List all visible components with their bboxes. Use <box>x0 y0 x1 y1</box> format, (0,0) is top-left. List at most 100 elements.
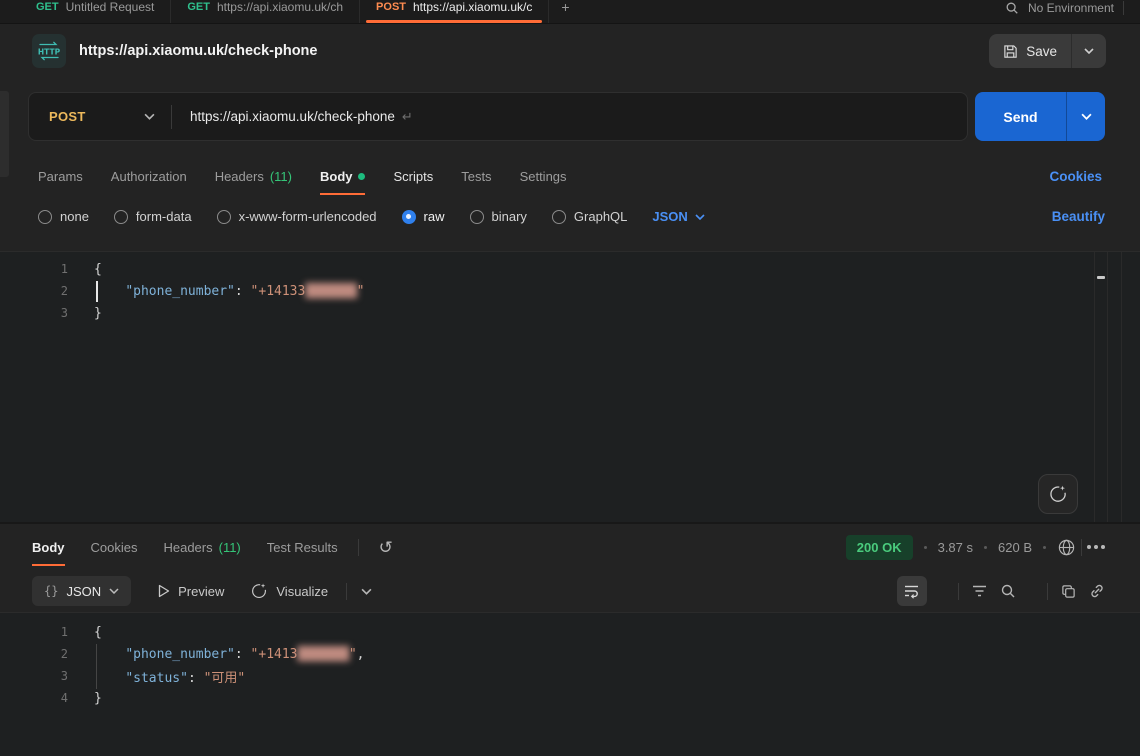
request-body-editor[interactable]: 1{2 "phone_number": "+14133███████"3} <box>0 251 1140 522</box>
pane-edge-line <box>1121 252 1122 522</box>
sidebar-collapsed-handle[interactable] <box>0 91 9 177</box>
send-label: Send <box>975 92 1066 141</box>
radio-raw-selected[interactable]: raw <box>402 209 445 224</box>
history-icon[interactable]: ↺ <box>379 539 393 556</box>
code-line: 3 "status": "可用" <box>22 665 1140 687</box>
tab-scripts[interactable]: Scripts <box>393 169 433 184</box>
wrap-lines-button[interactable] <box>897 576 927 606</box>
chevron-down-icon <box>109 588 119 594</box>
globe-icon[interactable] <box>1057 538 1076 557</box>
tab-body[interactable]: Body <box>320 169 366 184</box>
preview-button[interactable]: Preview <box>157 584 224 599</box>
editor-scrollbar[interactable] <box>1094 252 1108 522</box>
body-type-row: none form-data x-www-form-urlencoded raw… <box>0 195 1140 238</box>
save-options-button[interactable] <box>1072 34 1106 68</box>
save-label: Save <box>1026 44 1057 59</box>
visualize-options-button[interactable] <box>361 582 372 600</box>
response-section-tabs: Body Cookies Headers(11) Test Results ↺ … <box>0 524 1140 570</box>
dot-separator <box>984 546 987 549</box>
radio-circle <box>38 210 52 224</box>
http-request-icon: HTTP <box>32 34 66 68</box>
send-button[interactable]: Send <box>975 92 1105 141</box>
send-options-button[interactable] <box>1067 92 1105 141</box>
radio-circle <box>114 210 128 224</box>
request-tab-1[interactable]: GET Untitled Request <box>20 0 171 23</box>
copy-response-button[interactable] <box>1061 584 1076 599</box>
format-select[interactable]: JSON <box>652 209 704 224</box>
save-icon <box>1003 44 1018 59</box>
request-tab-2[interactable]: GET https://api.xiaomu.uk/ch <box>171 0 360 23</box>
postbot-button[interactable] <box>1038 474 1078 514</box>
sparkle-circle-icon <box>1048 484 1068 504</box>
sparkle-circle-icon <box>250 582 268 600</box>
workspace-tab-bar: GET Untitled Request GET https://api.xia… <box>0 0 1140 24</box>
tab-authorization[interactable]: Authorization <box>111 169 187 184</box>
line-number: 1 <box>22 625 68 639</box>
tab-response-headers[interactable]: Headers(11) <box>163 540 240 555</box>
tab-title: https://api.xiaomu.uk/c <box>413 0 532 14</box>
code-line: 2 "phone_number": "+1413███████", <box>22 643 1140 665</box>
request-header: HTTP https://api.xiaomu.uk/check-phone S… <box>0 24 1140 78</box>
tab-response-body[interactable]: Body <box>32 540 65 555</box>
radio-graphql[interactable]: GraphQL <box>552 209 627 224</box>
method-value: POST <box>49 109 86 124</box>
response-time[interactable]: 3.87 s <box>938 540 973 555</box>
tab-params[interactable]: Params <box>38 169 83 184</box>
chevron-down-icon <box>144 113 155 120</box>
beautify-link[interactable]: Beautify <box>1052 209 1105 224</box>
code-line: 1{ <box>22 621 1140 643</box>
save-button[interactable]: Save <box>989 34 1106 68</box>
line-number: 3 <box>22 306 68 320</box>
body-modified-dot <box>358 173 365 180</box>
line-number: 4 <box>22 691 68 705</box>
add-tab-button[interactable]: + <box>549 0 581 23</box>
filter-button[interactable] <box>972 585 987 597</box>
radio-form-data[interactable]: form-data <box>114 209 192 224</box>
url-input-container: POST https://api.xiaomu.uk/check-phone↵ <box>28 92 968 141</box>
request-title: https://api.xiaomu.uk/check-phone <box>79 43 317 59</box>
cookies-link[interactable]: Cookies <box>1049 169 1102 184</box>
tab-test-results[interactable]: Test Results <box>267 540 338 555</box>
radio-binary[interactable]: binary <box>470 209 527 224</box>
divider <box>346 583 347 600</box>
environment-selector[interactable]: No Environment <box>1028 1 1114 15</box>
response-body-viewer: 1{2 "phone_number": "+1413███████",3 "st… <box>0 612 1140 756</box>
code-line: 1{ <box>22 258 1140 280</box>
search-icon[interactable] <box>1005 1 1019 15</box>
divider <box>1081 539 1082 556</box>
request-url-row: POST https://api.xiaomu.uk/check-phone↵ … <box>0 92 1140 141</box>
radio-none[interactable]: none <box>38 209 89 224</box>
tab-tests[interactable]: Tests <box>461 169 491 184</box>
response-format-select[interactable]: {} JSON <box>32 576 131 606</box>
enter-hint: ↵ <box>402 109 413 124</box>
divider <box>358 539 359 556</box>
chevron-down-icon <box>1084 48 1094 54</box>
request-section-tabs: Params Authorization Headers(11) Body Sc… <box>0 157 1140 195</box>
radio-x-www-form-urlencoded[interactable]: x-www-form-urlencoded <box>217 209 377 224</box>
more-actions-icon[interactable] <box>1087 545 1105 549</box>
method-badge: GET <box>36 1 59 13</box>
tab-settings[interactable]: Settings <box>520 169 567 184</box>
chevron-down-icon <box>1081 113 1092 120</box>
response-size[interactable]: 620 B <box>998 540 1032 555</box>
request-tab-3-active[interactable]: POST https://api.xiaomu.uk/c <box>360 0 549 23</box>
tab-response-cookies[interactable]: Cookies <box>91 540 138 555</box>
tab-headers[interactable]: Headers(11) <box>215 169 292 184</box>
visualize-button[interactable]: Visualize <box>250 582 328 600</box>
dot-separator <box>1043 546 1046 549</box>
search-in-response-button[interactable] <box>1000 583 1016 599</box>
share-link-button[interactable] <box>1089 583 1105 599</box>
method-select[interactable]: POST <box>29 109 171 124</box>
filter-icon <box>972 585 987 597</box>
wrap-lines-icon <box>904 584 920 599</box>
radio-circle-checked <box>402 210 416 224</box>
code-line: 2 "phone_number": "+14133███████" <box>22 280 1140 302</box>
divider <box>1047 583 1048 600</box>
url-input[interactable]: https://api.xiaomu.uk/check-phone↵ <box>190 109 413 125</box>
link-icon <box>1089 583 1105 599</box>
divider <box>1123 1 1124 15</box>
search-icon <box>1000 583 1016 599</box>
status-badge[interactable]: 200 OK <box>846 535 913 560</box>
braces-icon: {} <box>44 584 58 598</box>
divider <box>171 105 172 129</box>
